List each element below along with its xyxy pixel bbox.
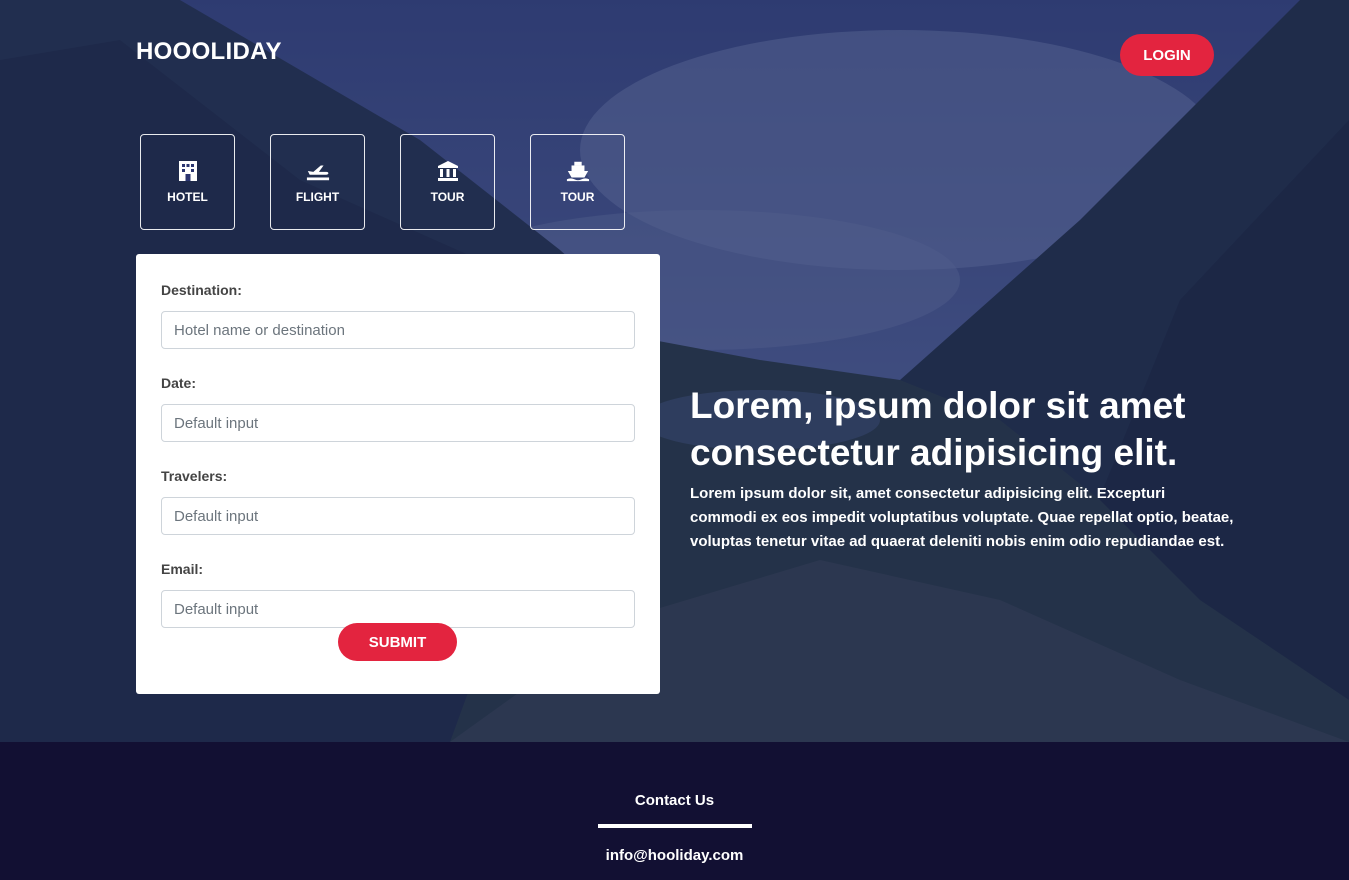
contact-divider bbox=[598, 824, 752, 828]
tab-label: TOUR bbox=[430, 190, 465, 204]
footer: Contact Us info@hooliday.com bbox=[0, 742, 1349, 880]
plane-icon bbox=[306, 160, 330, 182]
travelers-input[interactable] bbox=[161, 497, 635, 535]
date-label: Date: bbox=[161, 375, 197, 391]
tab-hotel[interactable]: HOTEL bbox=[140, 134, 235, 230]
email-label: Email: bbox=[161, 561, 204, 577]
tab-tour[interactable]: TOUR bbox=[400, 134, 495, 230]
travelers-label: Travelers: bbox=[161, 468, 228, 484]
date-input[interactable] bbox=[161, 404, 635, 442]
tab-flight[interactable]: FLIGHT bbox=[270, 134, 365, 230]
brand-logo[interactable]: HOOOLIDAY bbox=[136, 38, 282, 66]
ship-icon bbox=[566, 160, 590, 182]
destination-input[interactable] bbox=[161, 311, 635, 349]
hotel-icon bbox=[176, 160, 200, 182]
contact-email-link[interactable]: info@hooliday.com bbox=[0, 847, 1349, 864]
hero-description: Lorem ipsum dolor sit, amet consectetur … bbox=[690, 485, 1234, 550]
tab-tour-cruise[interactable]: TOUR bbox=[530, 134, 625, 230]
hero-section: HOOOLIDAY LOGIN HOTEL FLIGHT TOUR TOUR D… bbox=[0, 0, 1349, 742]
landmark-icon bbox=[436, 160, 460, 182]
login-button[interactable]: LOGIN bbox=[1120, 34, 1214, 76]
contact-title: Contact Us bbox=[634, 792, 715, 809]
tab-label: TOUR bbox=[560, 190, 595, 204]
hero-text: Lorem, ipsum dolor sit amet consectetur … bbox=[690, 382, 1235, 554]
hero-title: Lorem, ipsum dolor sit amet consectetur … bbox=[690, 385, 1186, 473]
tab-label: FLIGHT bbox=[295, 190, 340, 204]
destination-label: Destination: bbox=[161, 282, 242, 298]
submit-button[interactable]: SUBMIT bbox=[338, 623, 457, 661]
tab-label: HOTEL bbox=[167, 190, 208, 204]
booking-form: Destination: Date: Travelers: Email: SUB… bbox=[136, 254, 660, 694]
